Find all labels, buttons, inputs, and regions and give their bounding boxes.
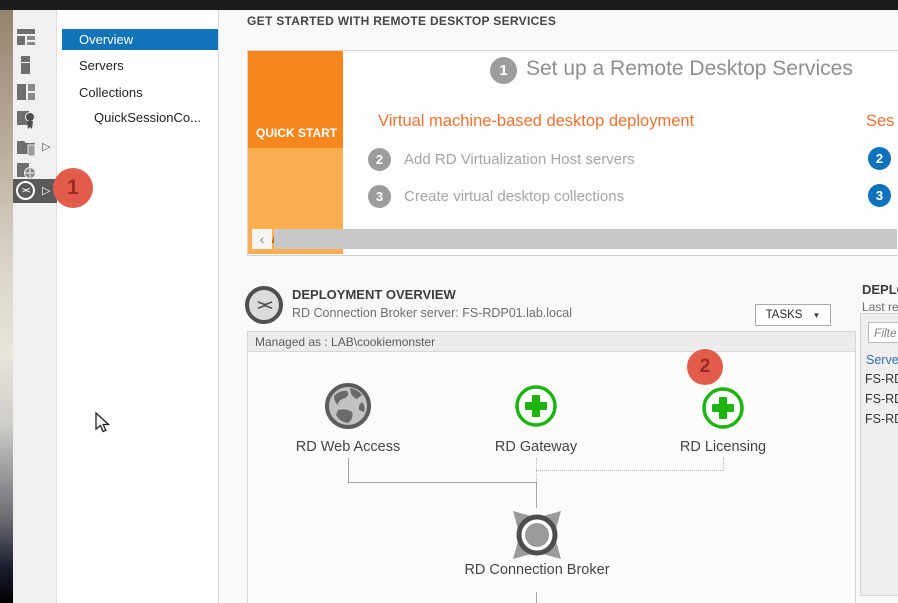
step-1-circle: 1	[490, 57, 517, 84]
tasks-dropdown-label: TASKS	[766, 309, 803, 321]
annotation-badge-1: 1	[53, 168, 93, 208]
deployment-overview-subtitle: RD Connection Broker server: FS-RDP01.la…	[292, 306, 572, 320]
dropdown-caret-icon: ▼	[812, 311, 820, 320]
connector-licensing-horizontal-dotted	[536, 470, 723, 471]
desktop-background-sliver	[0, 10, 13, 603]
local-server-icon[interactable]	[15, 54, 37, 76]
globe-icon[interactable]	[324, 382, 372, 430]
scroll-left-button[interactable]: ‹	[252, 229, 272, 249]
sidebar-item-servers[interactable]: Servers	[79, 58, 124, 73]
rds-expand-arrow-icon[interactable]: ▷	[42, 184, 50, 197]
tasks-dropdown-button[interactable]: TASKS ▼	[755, 304, 831, 326]
all-servers-icon[interactable]	[15, 81, 37, 103]
rd-gateway-add-plus-icon[interactable]	[514, 384, 558, 428]
mouse-cursor	[95, 412, 111, 439]
server-manager-window: ▷ >< ▷ 1 Overview Servers Collections Qu…	[0, 0, 898, 603]
page-title: GET STARTED WITH REMOTE DESKTOP SERVICES	[247, 14, 556, 28]
file-storage-expand-arrow-icon[interactable]: ▷	[42, 140, 50, 153]
deployment-servers-subtitle: Last ref	[862, 300, 898, 314]
connector-center-to-broker	[536, 482, 537, 508]
rd-connection-broker-icon[interactable]	[509, 507, 565, 563]
window-top-bar	[0, 0, 898, 10]
tab-quick-start[interactable]: QUICK START	[248, 51, 343, 148]
sidebar-item-overview[interactable]: Overview	[62, 29, 218, 50]
sidebar-item-quicksessioncollection[interactable]: QuickSessionCo...	[94, 110, 201, 125]
sidebar-item-rds-row[interactable]: >< ▷	[13, 179, 57, 203]
session-step-2-circle[interactable]: 2	[868, 147, 891, 170]
annotation-badge-2: 2	[687, 349, 723, 385]
server-row[interactable]: FS-RD	[865, 392, 898, 406]
server-row[interactable]: FS-RD	[865, 412, 898, 426]
rd-licensing-add-plus-icon[interactable]	[701, 386, 745, 430]
rd-licensing-label: RD Licensing	[643, 439, 803, 455]
rd-connection-broker-label: RD Connection Broker	[437, 562, 637, 578]
sidebar-item-collections[interactable]: Collections	[79, 85, 143, 100]
step-1-text: Set up a Remote Desktop Services	[526, 57, 853, 81]
vm-step-3-link[interactable]: Create virtual desktop collections	[404, 188, 624, 205]
ad-ds-icon[interactable]	[15, 108, 37, 130]
horizontal-scrollbar-thumb[interactable]	[274, 229, 897, 249]
server-column-header[interactable]: Serve	[866, 353, 898, 367]
tab-quick-start-label: QUICK START	[256, 126, 337, 140]
connector-webaccess-down	[348, 458, 349, 482]
dashboard-icon[interactable]	[15, 26, 37, 48]
session-deployment-heading: Ses	[866, 112, 894, 131]
deployment-servers-title: DEPLO	[862, 282, 898, 297]
vm-deployment-heading: Virtual machine-based desktop deployment	[378, 112, 694, 131]
vm-step-2-link[interactable]: Add RD Virtualization Host servers	[404, 151, 635, 168]
deployment-overview-title: DEPLOYMENT OVERVIEW	[292, 287, 456, 302]
remote-desktop-services-icon: ><	[16, 181, 35, 200]
rd-web-access-label: RD Web Access	[268, 439, 428, 455]
session-step-3-circle[interactable]: 3	[868, 184, 891, 207]
file-storage-services-icon[interactable]	[15, 136, 37, 158]
connector-webaccess-horizontal	[348, 482, 536, 483]
server-row[interactable]: FS-RD	[865, 372, 898, 386]
vm-step-3-circle: 3	[368, 185, 391, 208]
connector-broker-down	[536, 592, 537, 603]
rd-gateway-label: RD Gateway	[456, 439, 616, 455]
managed-as-bar: Managed as : LAB\cookiemonster	[248, 332, 855, 352]
connector-licensing-down-dotted	[723, 458, 724, 470]
vm-step-2-circle: 2	[368, 148, 391, 171]
server-filter-input[interactable]	[868, 322, 898, 343]
rds-logo-icon: ><	[245, 286, 283, 324]
